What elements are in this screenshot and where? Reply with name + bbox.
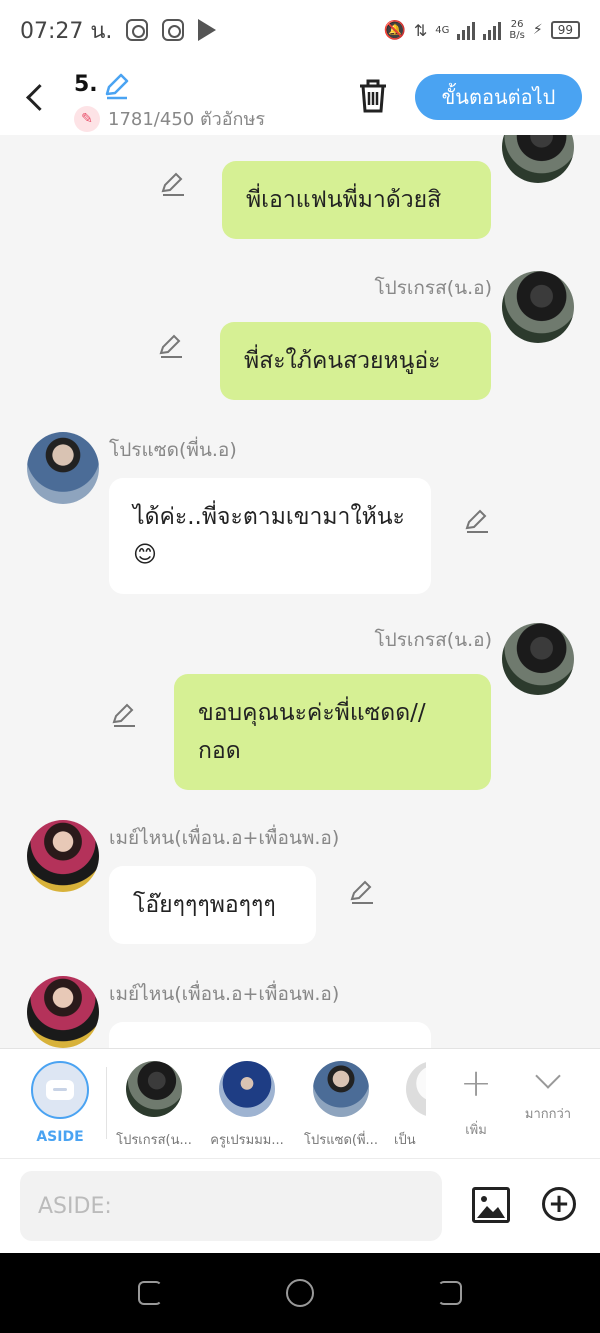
signal-icon xyxy=(457,20,476,40)
character-item[interactable]: โปรแซด(พี่... xyxy=(296,1061,386,1150)
message-input[interactable] xyxy=(20,1171,442,1241)
chevron-down-icon xyxy=(535,1063,561,1089)
edit-title-pencil-icon[interactable] xyxy=(102,72,130,100)
edit-message-pencil-icon[interactable] xyxy=(349,879,375,905)
back-nav-icon[interactable] xyxy=(438,1281,462,1305)
sender-name: เมย์ไหน(เพื่อน.อ+เพื่อนพ.อ) xyxy=(109,983,340,1005)
character-label: โปรแซด(พี่... xyxy=(304,1133,378,1148)
edit-message-pencil-icon[interactable] xyxy=(111,702,137,728)
recent-apps-icon[interactable] xyxy=(138,1281,162,1305)
character-item[interactable]: โปรเกรส(น... xyxy=(109,1061,199,1150)
input-bar: + xyxy=(0,1158,600,1253)
character-label: เป็น xyxy=(394,1133,416,1148)
trash-icon[interactable] xyxy=(356,78,390,114)
message-bubble[interactable]: โอ๊ยๆๆๆพอๆๆๆ xyxy=(109,866,316,944)
avatar[interactable] xyxy=(27,976,99,1048)
more-characters-button[interactable]: มากกว่า xyxy=(518,1063,578,1124)
chat-editor-screen: 07:27 น. 🔕 ⇅ 4G 26 B/s ⚡ 99 5. ✎ 1781/450… xyxy=(0,0,600,1333)
speech-bubble-icon xyxy=(46,1080,74,1100)
sender-name: โปรเกรส(น.อ) xyxy=(374,629,492,651)
instagram-icon xyxy=(126,19,149,41)
system-nav-bar xyxy=(0,1253,600,1333)
net-speed-value: 26 xyxy=(510,19,524,30)
back-button[interactable] xyxy=(22,80,52,114)
avatar[interactable] xyxy=(27,820,99,892)
char-count-row: ✎ 1781/450 ตัวอักษร xyxy=(74,104,265,133)
message-bubble[interactable] xyxy=(109,1022,431,1048)
character-avatar xyxy=(313,1061,369,1117)
next-step-button[interactable]: ขั้นตอนต่อไป xyxy=(415,74,582,120)
signal-icon-2 xyxy=(483,20,502,40)
plus-icon: + xyxy=(460,1061,492,1105)
character-item[interactable]: เป็น xyxy=(390,1061,426,1150)
pencil-badge-icon: ✎ xyxy=(74,105,100,132)
net-speed-unit: B/s xyxy=(509,30,525,41)
instagram-icon-2 xyxy=(162,19,185,41)
status-time: 07:27 น. xyxy=(20,18,113,44)
status-bar: 07:27 น. 🔕 ⇅ 4G 26 B/s ⚡ 99 xyxy=(0,0,600,60)
net-speed: 26 B/s xyxy=(509,19,524,41)
char-count: 1781/450 ตัวอักษร xyxy=(108,109,265,130)
network-type: 4G xyxy=(435,24,450,36)
edit-message-pencil-icon[interactable] xyxy=(160,171,186,197)
add-circle-icon[interactable]: + xyxy=(542,1187,576,1221)
sender-name: เมย์ไหน(เพื่อน.อ+เพื่อนพ.อ) xyxy=(109,827,340,849)
image-glyph xyxy=(477,1196,505,1218)
character-item[interactable]: ครูเปรมมม... xyxy=(202,1061,292,1150)
aside-label: ASIDE xyxy=(36,1129,84,1145)
avatar[interactable] xyxy=(502,623,574,695)
character-selector: ASIDE โปรเกรส(น... ครูเปรมมม... โปรแซด(พ… xyxy=(0,1048,600,1158)
message-bubble[interactable]: ได้ค่ะ..พี่จะตามเขามาให้นะ😊 xyxy=(109,478,431,594)
avatar[interactable] xyxy=(27,432,99,504)
chat-list[interactable]: พี่เอาแฟนพี่มาด้วยสิ โปรเกรส(น.อ) พี่สะใ… xyxy=(0,135,600,1048)
play-store-icon xyxy=(198,19,217,41)
character-label: โปรเกรส(น... xyxy=(116,1133,192,1148)
message-bubble[interactable]: พี่สะใภ้คนสวยหนูอ่ะ xyxy=(220,322,491,400)
sender-name: โปรแซด(พี่น.อ) xyxy=(109,439,237,461)
divider xyxy=(106,1067,107,1139)
character-avatar xyxy=(126,1061,182,1117)
more-label: มากกว่า xyxy=(524,1107,572,1122)
image-icon[interactable] xyxy=(472,1187,510,1223)
charging-icon: ⚡ xyxy=(532,22,543,38)
sender-name: โปรเกรส(น.อ) xyxy=(374,277,492,299)
message-bubble[interactable]: พี่เอาแฟนพี่มาด้วยสิ xyxy=(222,161,491,239)
message-bubble[interactable]: ขอบคุณนะค่ะพี่แซดด//กอด xyxy=(174,674,491,790)
character-avatar xyxy=(219,1061,275,1117)
status-right: 🔕 ⇅ 4G 26 B/s ⚡ 99 xyxy=(383,19,580,41)
edit-message-pencil-icon[interactable] xyxy=(158,333,184,359)
data-arrows-icon: ⇅ xyxy=(413,20,428,40)
add-character-button[interactable]: + เพิ่ม xyxy=(446,1063,506,1140)
character-label: ครูเปรมมม... xyxy=(210,1133,284,1148)
edit-message-pencil-icon[interactable] xyxy=(464,508,490,534)
episode-title: 5. xyxy=(74,72,98,97)
mute-bell-icon: 🔕 xyxy=(383,19,406,41)
home-icon[interactable] xyxy=(286,1279,314,1307)
avatar[interactable] xyxy=(502,135,574,183)
avatar[interactable] xyxy=(502,271,574,343)
editor-header: 5. ✎ 1781/450 ตัวอักษร ขั้นตอนต่อไป xyxy=(0,60,600,135)
aside-button[interactable] xyxy=(31,1061,89,1119)
character-avatar xyxy=(406,1061,426,1117)
add-label: เพิ่ม xyxy=(465,1123,487,1138)
battery-level: 99 xyxy=(550,21,580,39)
